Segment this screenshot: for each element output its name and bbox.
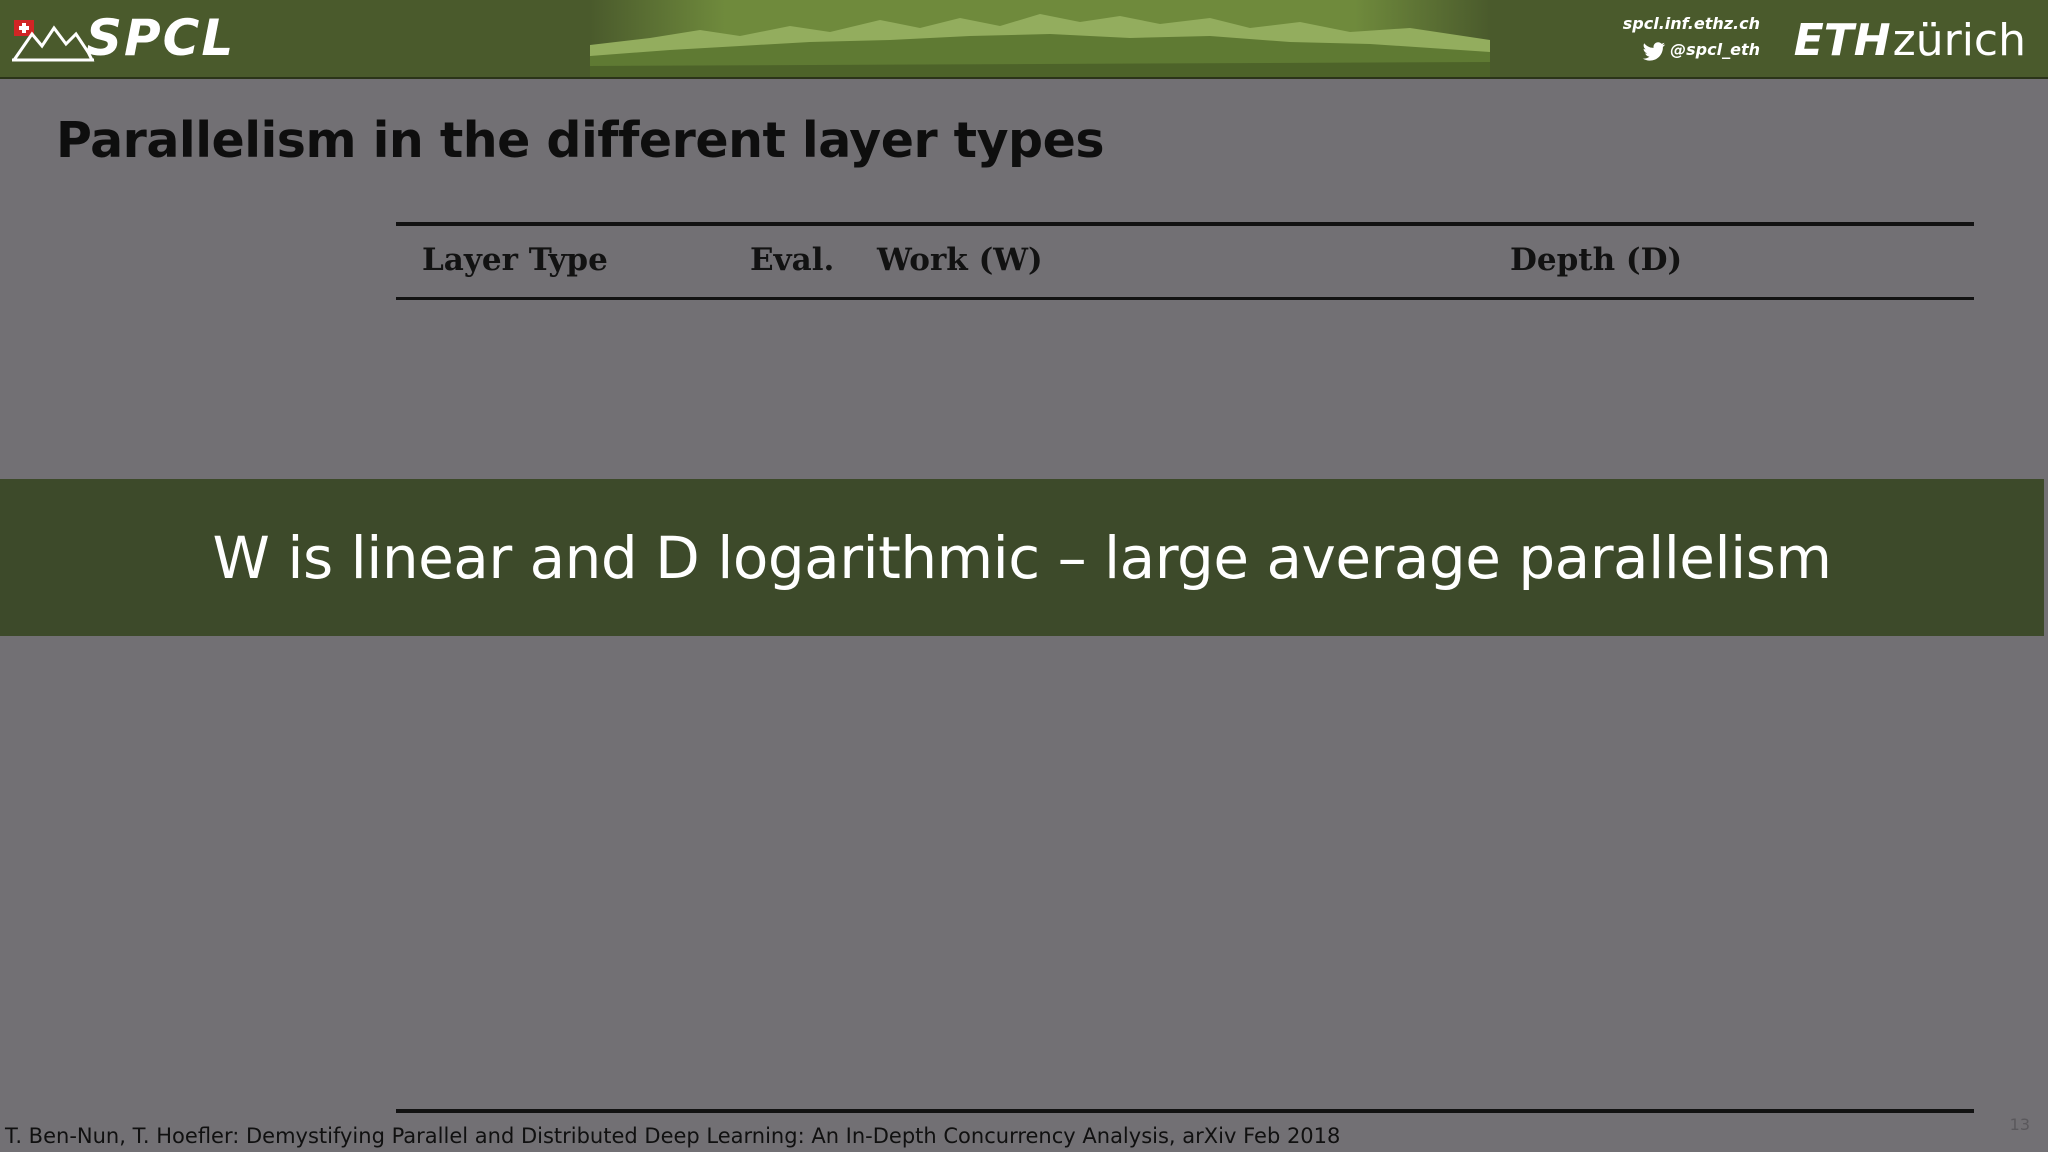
slide: SPCL spcl.inf.ethz.ch @spcl_eth ETHzüric… <box>0 0 2048 1152</box>
site-link[interactable]: spcl.inf.ethz.ch <box>1623 14 1760 33</box>
column-header-work: Work (W) <box>877 242 1043 278</box>
header-bar: SPCL spcl.inf.ethz.ch @spcl_eth ETHzüric… <box>0 0 2048 79</box>
eth-logo-bold: ETH <box>1793 15 1891 66</box>
highlight-banner: W is linear and D logarithmic – large av… <box>0 479 2044 636</box>
page-title: Parallelism in the different layer types <box>56 112 1105 169</box>
citation: T. Ben-Nun, T. Hoefler: Demystifying Par… <box>5 1124 1341 1148</box>
table-header-rule <box>396 297 1974 300</box>
column-header-depth: Depth (D) <box>1510 242 1683 278</box>
eth-zurich-logo: ETHzürich <box>1794 14 2026 77</box>
spcl-wordmark: SPCL <box>86 9 236 67</box>
banner-text: W is linear and D logarithmic – large av… <box>212 523 1832 592</box>
column-header-layer-type: Layer Type <box>422 242 608 278</box>
twitter-handle[interactable]: @spcl_eth <box>1670 40 1760 59</box>
twitter-icon[interactable] <box>1642 42 1666 62</box>
page-number: 13 <box>2009 1115 2030 1134</box>
table-top-rule <box>396 222 1974 226</box>
column-header-eval: Eval. <box>750 242 835 278</box>
table-bottom-rule <box>396 1109 1974 1113</box>
eth-logo-light: zürich <box>1892 15 2026 66</box>
mountain-panorama-icon <box>590 0 1490 77</box>
